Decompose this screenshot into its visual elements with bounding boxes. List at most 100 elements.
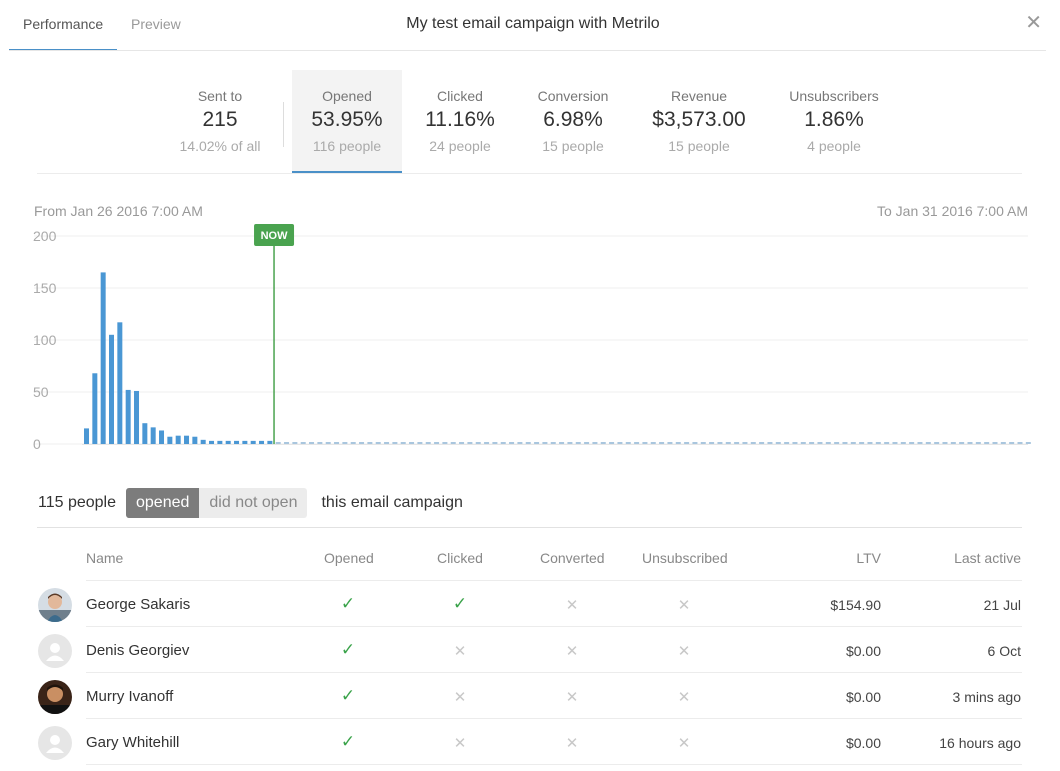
stat-clicked[interactable]: Clicked 11.16% 24 people [405, 70, 515, 173]
future-bar [484, 442, 490, 444]
col-unsubscribed[interactable]: Unsubscribed [642, 550, 728, 566]
future-bar [825, 442, 831, 444]
future-bar [692, 442, 698, 444]
future-bar [609, 442, 615, 444]
ltv-value: $0.00 [845, 643, 881, 659]
data-bar [234, 440, 240, 444]
check-icon: ✓ [340, 640, 356, 659]
opened-button[interactable]: opened [126, 488, 200, 518]
cross-icon: ✕ [677, 643, 691, 660]
person-name[interactable]: Gary Whitehill [86, 734, 179, 751]
check-icon: ✓ [340, 732, 356, 751]
check-icon: ✓ [452, 594, 468, 613]
last-active-value: 6 Oct [987, 643, 1021, 659]
future-bar [675, 442, 681, 444]
future-bar [959, 442, 965, 444]
future-bar [517, 442, 523, 444]
future-bar [767, 442, 773, 444]
filter-suffix: this email campaign [321, 494, 463, 511]
future-bar [875, 442, 881, 444]
stat-label: Opened [322, 88, 372, 104]
last-active-value: 3 mins ago [952, 689, 1021, 705]
avatar-placeholder [38, 634, 72, 668]
avatar [38, 680, 72, 714]
future-bar [850, 442, 856, 444]
col-clicked[interactable]: Clicked [437, 550, 483, 566]
future-bar [667, 442, 673, 444]
future-bar [775, 442, 781, 444]
stat-unsubscribers[interactable]: Unsubscribers 1.86% 4 people [774, 70, 894, 173]
person-name[interactable]: George Sakaris [86, 596, 190, 613]
future-bar [950, 442, 956, 444]
future-bar [892, 442, 898, 444]
col-ltv[interactable]: LTV [856, 550, 881, 566]
col-last-active[interactable]: Last active [954, 550, 1021, 566]
future-bar [984, 442, 990, 444]
data-bar [100, 272, 106, 444]
avatar-placeholder [38, 726, 72, 760]
table-row[interactable]: George Sakaris ✓ ✓ ✕ ✕ $154.90 21 Jul [0, 581, 1060, 627]
cross-icon: ✕ [565, 689, 579, 706]
stat-sent[interactable]: Sent to 215 14.02% of all [165, 70, 275, 173]
data-bar [142, 423, 148, 444]
stats-divider [37, 173, 1022, 174]
future-bar [542, 442, 548, 444]
filter-divider [37, 527, 1022, 528]
future-bar [625, 442, 631, 444]
future-bar [417, 442, 423, 444]
future-bar [392, 442, 398, 444]
future-bar [642, 442, 648, 444]
stat-opened[interactable]: Opened 53.95% 116 people [292, 70, 402, 173]
future-bar [725, 442, 731, 444]
future-bar [784, 442, 790, 444]
data-bar [134, 390, 140, 444]
close-icon[interactable]: ✕ [1025, 13, 1042, 33]
y-tick-label: 100 [33, 332, 57, 348]
table-row[interactable]: Gary Whitehill ✓ ✕ ✕ ✕ $0.00 16 hours ag… [0, 719, 1060, 765]
future-bar [709, 442, 715, 444]
future-bar [575, 442, 581, 444]
future-bar [909, 442, 915, 444]
future-bar [550, 442, 556, 444]
data-bar [92, 373, 98, 444]
future-bar [859, 442, 865, 444]
future-bar [917, 442, 923, 444]
future-bar [934, 442, 940, 444]
cross-icon: ✕ [677, 597, 691, 614]
stat-conversion[interactable]: Conversion 6.98% 15 people [518, 70, 628, 173]
future-bar [325, 442, 331, 444]
stat-revenue[interactable]: Revenue $3,573.00 15 people [638, 70, 760, 173]
data-bar [200, 439, 206, 444]
future-bar [967, 442, 973, 444]
stat-sub: 15 people [542, 138, 604, 154]
person-name[interactable]: Denis Georgiev [86, 642, 189, 659]
data-bar [209, 440, 215, 444]
range-to: To Jan 31 2016 7:00 AM [877, 203, 1028, 219]
person-name[interactable]: Murry Ivanoff [86, 688, 173, 705]
future-bar [734, 442, 740, 444]
future-bar [384, 442, 390, 444]
check-icon: ✓ [340, 594, 356, 613]
table-row[interactable]: Murry Ivanoff ✓ ✕ ✕ ✕ $0.00 3 mins ago [0, 673, 1060, 719]
future-bar [425, 442, 431, 444]
future-bar [800, 442, 806, 444]
col-name[interactable]: Name [86, 550, 123, 566]
stat-value: 215 [202, 108, 238, 131]
avatar [38, 588, 72, 622]
people-count: 115 people [38, 494, 116, 511]
y-tick-label: 150 [33, 280, 57, 296]
future-bar [367, 442, 373, 444]
future-bar [759, 442, 765, 444]
col-opened[interactable]: Opened [324, 550, 374, 566]
col-converted[interactable]: Converted [540, 550, 605, 566]
future-bar [317, 442, 323, 444]
future-bar [359, 442, 365, 444]
table-row[interactable]: Denis Georgiev ✓ ✕ ✕ ✕ $0.00 6 Oct [0, 627, 1060, 673]
data-bar [259, 440, 265, 444]
cross-icon: ✕ [677, 689, 691, 706]
future-bar [309, 442, 315, 444]
future-bar [809, 442, 815, 444]
ltv-value: $154.90 [830, 597, 881, 613]
data-bar [109, 334, 115, 444]
did-not-open-button[interactable]: did not open [199, 488, 308, 518]
